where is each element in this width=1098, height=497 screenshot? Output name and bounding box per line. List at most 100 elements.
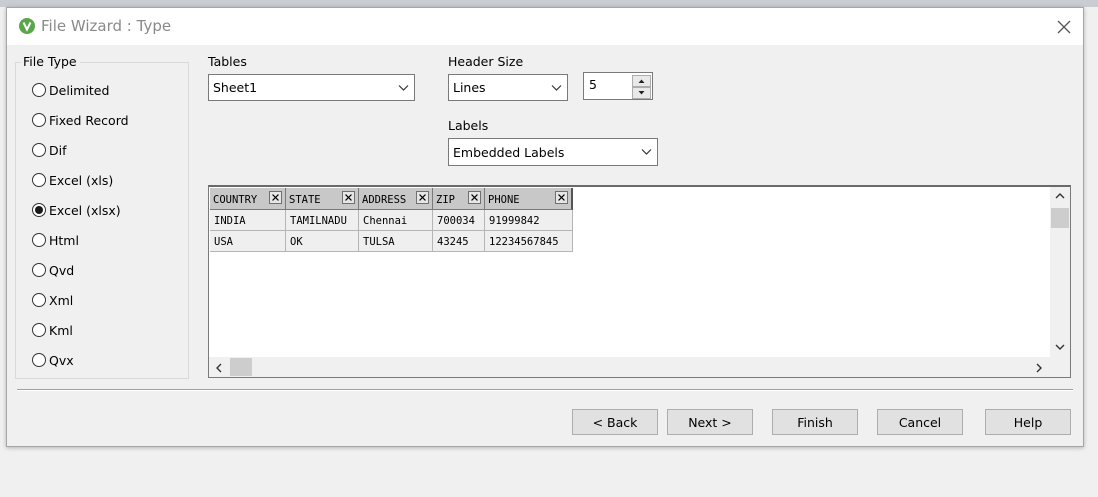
- cell-text: TAMILNADU: [290, 215, 347, 227]
- vertical-scroll-thumb[interactable]: [1051, 208, 1069, 228]
- cell-text: 43245: [437, 236, 469, 248]
- cell-text: 12234567845: [489, 236, 559, 248]
- footer-separator: [17, 389, 1073, 391]
- table-cell: TAMILNADU: [286, 210, 359, 231]
- scroll-down-icon[interactable]: [1054, 342, 1066, 352]
- radio-qvx[interactable]: Qvx: [32, 350, 74, 370]
- radio-label: Excel (xlsx): [49, 202, 121, 218]
- remove-column-icon[interactable]: [468, 191, 481, 204]
- radio-button[interactable]: [32, 143, 46, 157]
- caret-up-icon: [638, 79, 645, 83]
- radio-kml[interactable]: Kml: [32, 320, 73, 340]
- table-cell: USA: [210, 231, 286, 252]
- radio-excel-xls[interactable]: Excel (xls): [32, 170, 113, 190]
- radio-label: Qvx: [49, 352, 74, 368]
- column-header-label: ADDRESS: [362, 194, 407, 206]
- radio-button[interactable]: [32, 113, 46, 127]
- caret-down-icon: [638, 91, 645, 95]
- radio-label: Fixed Record: [49, 112, 129, 128]
- radio-button[interactable]: [32, 173, 46, 187]
- file-wizard-dialog: File Wizard : Type File Type Delimited F…: [6, 7, 1084, 447]
- horizontal-scroll-thumb[interactable]: [230, 358, 252, 376]
- column-header-label: ZIP: [436, 194, 455, 206]
- scroll-left-icon[interactable]: [214, 362, 224, 374]
- remove-column-icon[interactable]: [269, 191, 282, 204]
- tables-select[interactable]: Sheet1: [208, 74, 415, 101]
- cell-text: INDIA: [214, 215, 246, 227]
- radio-label: Html: [49, 232, 79, 248]
- column-header-state[interactable]: STATE: [286, 188, 359, 210]
- chevron-down-icon: [641, 149, 652, 155]
- cancel-button[interactable]: Cancel: [877, 409, 963, 435]
- table-cell: INDIA: [210, 210, 286, 231]
- cell-text: TULSA: [363, 236, 395, 248]
- radio-label: Delimited: [49, 82, 110, 98]
- radio-button[interactable]: [32, 233, 46, 247]
- cell-text: Chennai: [363, 215, 408, 227]
- cell-text: OK: [290, 236, 303, 248]
- radio-button[interactable]: [32, 323, 46, 337]
- column-header-label: PHONE: [488, 194, 520, 206]
- column-header-country[interactable]: COUNTRY: [210, 188, 286, 210]
- column-header-label: STATE: [289, 194, 321, 206]
- remove-column-icon[interactable]: [416, 191, 429, 204]
- header-size-label: Header Size: [448, 54, 524, 69]
- radio-label: Xml: [49, 292, 74, 308]
- header-size-value[interactable]: 5: [589, 77, 597, 92]
- radio-button[interactable]: [32, 293, 46, 307]
- labels-select[interactable]: Embedded Labels: [448, 138, 658, 166]
- chevron-down-icon: [398, 84, 409, 91]
- window-title: File Wizard : Type: [41, 17, 172, 35]
- table-cell: Chennai: [359, 210, 433, 231]
- radio-fixed-record[interactable]: Fixed Record: [32, 110, 129, 130]
- column-header-label: COUNTRY: [213, 194, 258, 206]
- remove-column-icon[interactable]: [342, 191, 355, 204]
- tables-label: Tables: [208, 54, 247, 69]
- table-cell: OK: [286, 231, 359, 252]
- header-size-unit-value: Lines: [453, 80, 486, 95]
- scrollbar-corner: [1050, 357, 1070, 377]
- radio-button[interactable]: [32, 83, 46, 97]
- chevron-down-icon: [551, 84, 562, 91]
- header-size-unit-select[interactable]: Lines: [448, 74, 568, 101]
- table-cell: 12234567845: [485, 231, 573, 252]
- tables-select-value: Sheet1: [213, 80, 258, 95]
- radio-delimited[interactable]: Delimited: [32, 80, 109, 100]
- data-preview-grid[interactable]: COUNTRY STATE ADDRESS ZIP PHONE INDIA TA: [208, 185, 1071, 378]
- finish-button[interactable]: Finish: [772, 409, 858, 435]
- back-button[interactable]: < Back: [572, 409, 658, 435]
- column-header-zip[interactable]: ZIP: [433, 188, 485, 210]
- labels-select-value: Embedded Labels: [453, 144, 565, 160]
- remove-column-icon[interactable]: [555, 191, 568, 204]
- column-header-phone[interactable]: PHONE: [485, 188, 573, 210]
- table-cell: 43245: [433, 231, 485, 252]
- radio-button-selected[interactable]: [32, 203, 46, 217]
- radio-html[interactable]: Html: [32, 230, 79, 250]
- scroll-right-icon[interactable]: [1034, 362, 1044, 374]
- radio-qvd[interactable]: Qvd: [32, 260, 74, 280]
- table-cell: 91999842: [485, 210, 573, 231]
- help-button[interactable]: Help: [985, 409, 1071, 435]
- radio-dif[interactable]: Dif: [32, 140, 67, 160]
- next-button[interactable]: Next >: [667, 409, 753, 435]
- vertical-scrollbar[interactable]: [1050, 187, 1070, 357]
- radio-label: Dif: [49, 142, 67, 158]
- header-size-stepper[interactable]: 5: [583, 72, 653, 100]
- radio-button[interactable]: [32, 263, 46, 277]
- radio-xml[interactable]: Xml: [32, 290, 73, 310]
- column-header-address[interactable]: ADDRESS: [359, 188, 433, 210]
- stepper-up-button[interactable]: [632, 75, 651, 87]
- radio-excel-xlsx[interactable]: Excel (xlsx): [32, 200, 121, 220]
- radio-label: Kml: [49, 322, 73, 338]
- scroll-up-icon[interactable]: [1054, 191, 1066, 201]
- horizontal-scrollbar[interactable]: [209, 357, 1050, 377]
- background-strip: [0, 0, 1098, 7]
- radio-button[interactable]: [32, 353, 46, 367]
- table-cell: 700034: [433, 210, 485, 231]
- radio-label: Excel (xls): [49, 172, 114, 188]
- close-icon[interactable]: [1051, 14, 1077, 40]
- table-cell: TULSA: [359, 231, 433, 252]
- cell-text: 91999842: [489, 215, 540, 227]
- stepper-down-button[interactable]: [632, 87, 651, 99]
- cell-text: 700034: [437, 215, 475, 227]
